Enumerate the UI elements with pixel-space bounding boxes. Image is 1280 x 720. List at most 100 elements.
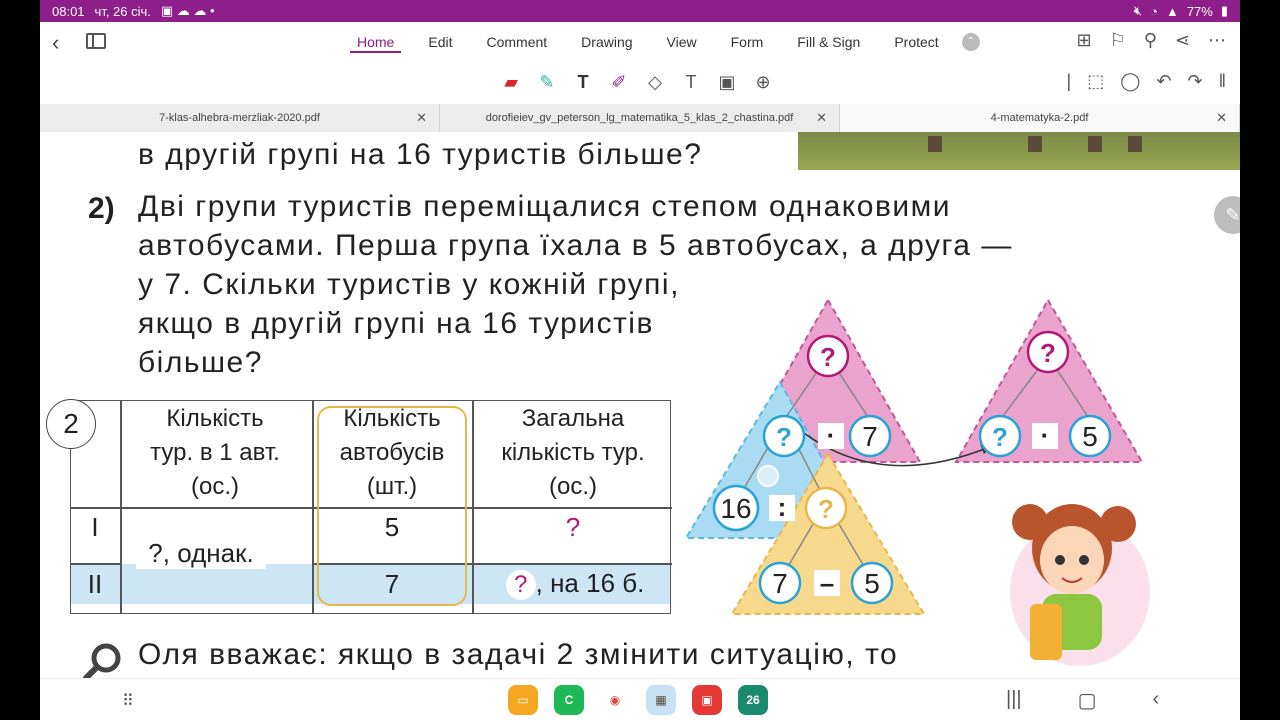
diagram-bottom-seven: 7 xyxy=(772,568,788,599)
app-frame: 08:01 чт, 26 січ. ▣ ☁ ☁ • 🔇︎ ◔ ▲ 77% ▮ ‹… xyxy=(40,0,1240,720)
share-icon[interactable]: ⋖ xyxy=(1175,30,1190,51)
diagram-right-mid-question: ? xyxy=(992,422,1008,452)
diagram-mid-question: ? xyxy=(776,422,792,452)
pdf-page[interactable]: в другій групі на 16 туристів більше? 2)… xyxy=(40,132,1240,678)
buses-row2: 7 xyxy=(384,569,400,599)
pen-icon[interactable]: ✐ xyxy=(608,70,630,94)
battery-level: 77% xyxy=(1186,3,1213,19)
gallery-app-icon[interactable]: ▦ xyxy=(646,685,676,715)
app-drawer-icon[interactable]: ⠿ xyxy=(122,691,134,711)
diagram-dot: · xyxy=(827,420,836,450)
close-icon[interactable]: ✕ xyxy=(816,110,827,126)
diagram-top-question: ? xyxy=(820,342,836,372)
files-app-icon[interactable]: ▭ xyxy=(508,685,538,715)
menu-fill-sign[interactable]: Fill & Sign xyxy=(780,22,877,62)
battery-icon: ▮ xyxy=(1220,3,1228,18)
signal-icon: ▲ xyxy=(1165,3,1179,19)
recents-icon[interactable]: ||| xyxy=(1006,688,1022,713)
sidebar-toggle-icon[interactable] xyxy=(86,33,106,49)
magnifier-icon xyxy=(83,643,121,678)
row-label-1: I xyxy=(91,512,99,542)
document-tabs: 7-klas-alhebra-merzliak-2020.pdf ✕ dorof… xyxy=(40,104,1240,132)
highlighter-icon[interactable]: ✎ xyxy=(536,70,558,94)
buses-row1: 5 xyxy=(384,512,400,542)
menu-drawing[interactable]: Drawing xyxy=(564,22,649,62)
diagram-right-question: ? xyxy=(1040,338,1056,368)
page-photo xyxy=(798,132,1240,170)
divider-icon: | xyxy=(1066,71,1072,91)
close-icon[interactable]: ✕ xyxy=(416,110,427,126)
tab-label: dorofieiev_gv_peterson_lg_matematika_5_k… xyxy=(485,112,794,124)
menu-view[interactable]: View xyxy=(650,22,714,62)
search-icon[interactable]: ⚲ xyxy=(1144,30,1157,51)
total-row1: ? xyxy=(565,512,581,542)
phone-app-icon[interactable]: C xyxy=(554,685,584,715)
image-icon[interactable]: ▣ xyxy=(716,70,738,94)
menu-form[interactable]: Form xyxy=(714,22,781,62)
add-icon[interactable]: ⊕ xyxy=(752,70,774,94)
header-total: Загальна кількість тур. (ос.) xyxy=(501,405,645,500)
shared-value: ?, однак. xyxy=(136,538,266,569)
eraser-icon[interactable]: ◇ xyxy=(644,70,666,94)
edit-pen-icon[interactable]: ✎ xyxy=(1214,196,1240,234)
diagram-sixteen: 16 xyxy=(720,493,751,524)
tab-label: 4-matematyka-2.pdf xyxy=(990,112,1089,124)
textbox-icon[interactable]: T xyxy=(680,70,702,94)
menu-home[interactable]: Home xyxy=(340,22,411,62)
text-line: Дві групи туристів переміщалися степом о… xyxy=(138,190,952,223)
close-icon[interactable]: ✕ xyxy=(1216,110,1227,126)
status-date: чт, 26 січ. xyxy=(94,3,151,19)
text-line: в другій групі на 16 туристів більше? xyxy=(138,138,703,171)
text-line: більше? xyxy=(138,346,263,379)
wifi-icon: ◔ xyxy=(1150,3,1158,19)
menu-more-icon[interactable]: ⌃ xyxy=(961,33,980,51)
calendar-app-icon[interactable]: 26 xyxy=(738,685,768,715)
back-nav-icon[interactable]: ‹ xyxy=(1153,688,1160,713)
thumbnails-icon[interactable]: ⊞ xyxy=(1076,30,1091,51)
question-mark: ? xyxy=(505,570,536,600)
diagram-bottom-five: 5 xyxy=(864,568,880,599)
problem-number: 2) xyxy=(88,192,115,225)
more-options-icon[interactable]: ⋯ xyxy=(1208,30,1226,51)
text-line: автобусами. Перша група їхала в 5 автобу… xyxy=(138,229,1013,262)
pdf-app-icon[interactable]: ▣ xyxy=(692,685,722,715)
diagram-dot: · xyxy=(1041,420,1050,450)
text-line: Оля вважає: якщо в задачі 2 змінити ситу… xyxy=(138,638,899,671)
diagram-five: 5 xyxy=(1082,421,1098,452)
diagram-yellow-question: ? xyxy=(818,494,834,524)
system-nav-bar: ⠿ ▭ C ◉ ▦ ▣ 26 ||| ▢ ‹ xyxy=(40,678,1240,720)
text-line: у 7. Скільки туристів у кожній групі, xyxy=(138,268,680,301)
text-line: якщо в другій групі на 16 туристів xyxy=(138,307,654,340)
tab-matematyka-2[interactable]: 4-matematyka-2.pdf ✕ xyxy=(840,104,1240,132)
redo-icon[interactable]: ↷ xyxy=(1187,71,1202,92)
girl-illustration xyxy=(1010,504,1150,666)
tab-matematika-5[interactable]: dorofieiev_gv_peterson_lg_matematika_5_k… xyxy=(440,104,840,132)
undo-icon[interactable]: ↶ xyxy=(1156,71,1171,92)
menu-comment[interactable]: Comment xyxy=(469,22,564,62)
diagram-minus: – xyxy=(820,568,834,598)
diagram-colon: : xyxy=(778,492,787,522)
status-time: 08:01 xyxy=(52,3,85,19)
diagram-seven: 7 xyxy=(862,421,878,452)
back-icon[interactable]: ‹ xyxy=(52,30,59,56)
select-icon[interactable]: ⬚ xyxy=(1087,71,1104,92)
lasso-icon[interactable]: ◯ xyxy=(1120,71,1140,92)
menu-edit[interactable]: Edit xyxy=(411,22,469,62)
bookmark-icon[interactable]: ⚐ xyxy=(1110,30,1126,51)
header-per-bus: Кількість тур. в 1 авт. (ос.) xyxy=(150,405,280,500)
tab-label: 7-klas-alhebra-merzliak-2020.pdf xyxy=(159,112,320,124)
table-number-badge: 2 xyxy=(46,399,96,449)
status-bar: 08:01 чт, 26 січ. ▣ ☁ ☁ • 🔇︎ ◔ ▲ 77% ▮ xyxy=(40,0,1240,22)
text-insert-icon[interactable]: T xyxy=(572,70,594,94)
note-icon[interactable]: ▰ xyxy=(500,70,522,94)
row-label-2: II xyxy=(87,569,103,599)
home-icon[interactable]: ▢ xyxy=(1078,688,1097,713)
chrome-app-icon[interactable]: ◉ xyxy=(600,685,630,715)
main-menu: Home Edit Comment Drawing View Form Fill… xyxy=(340,22,980,62)
header-buses: Кількість автобусів (шт.) xyxy=(339,405,445,500)
notification-icons: ▣ ☁ ☁ • xyxy=(160,3,215,18)
mute-icon: 🔇︎ xyxy=(1133,3,1143,18)
menu-protect[interactable]: Protect xyxy=(877,22,955,62)
tab-algebra[interactable]: 7-klas-alhebra-merzliak-2020.pdf ✕ xyxy=(40,104,440,132)
collapse-icon[interactable]: ‖ xyxy=(1219,71,1226,92)
